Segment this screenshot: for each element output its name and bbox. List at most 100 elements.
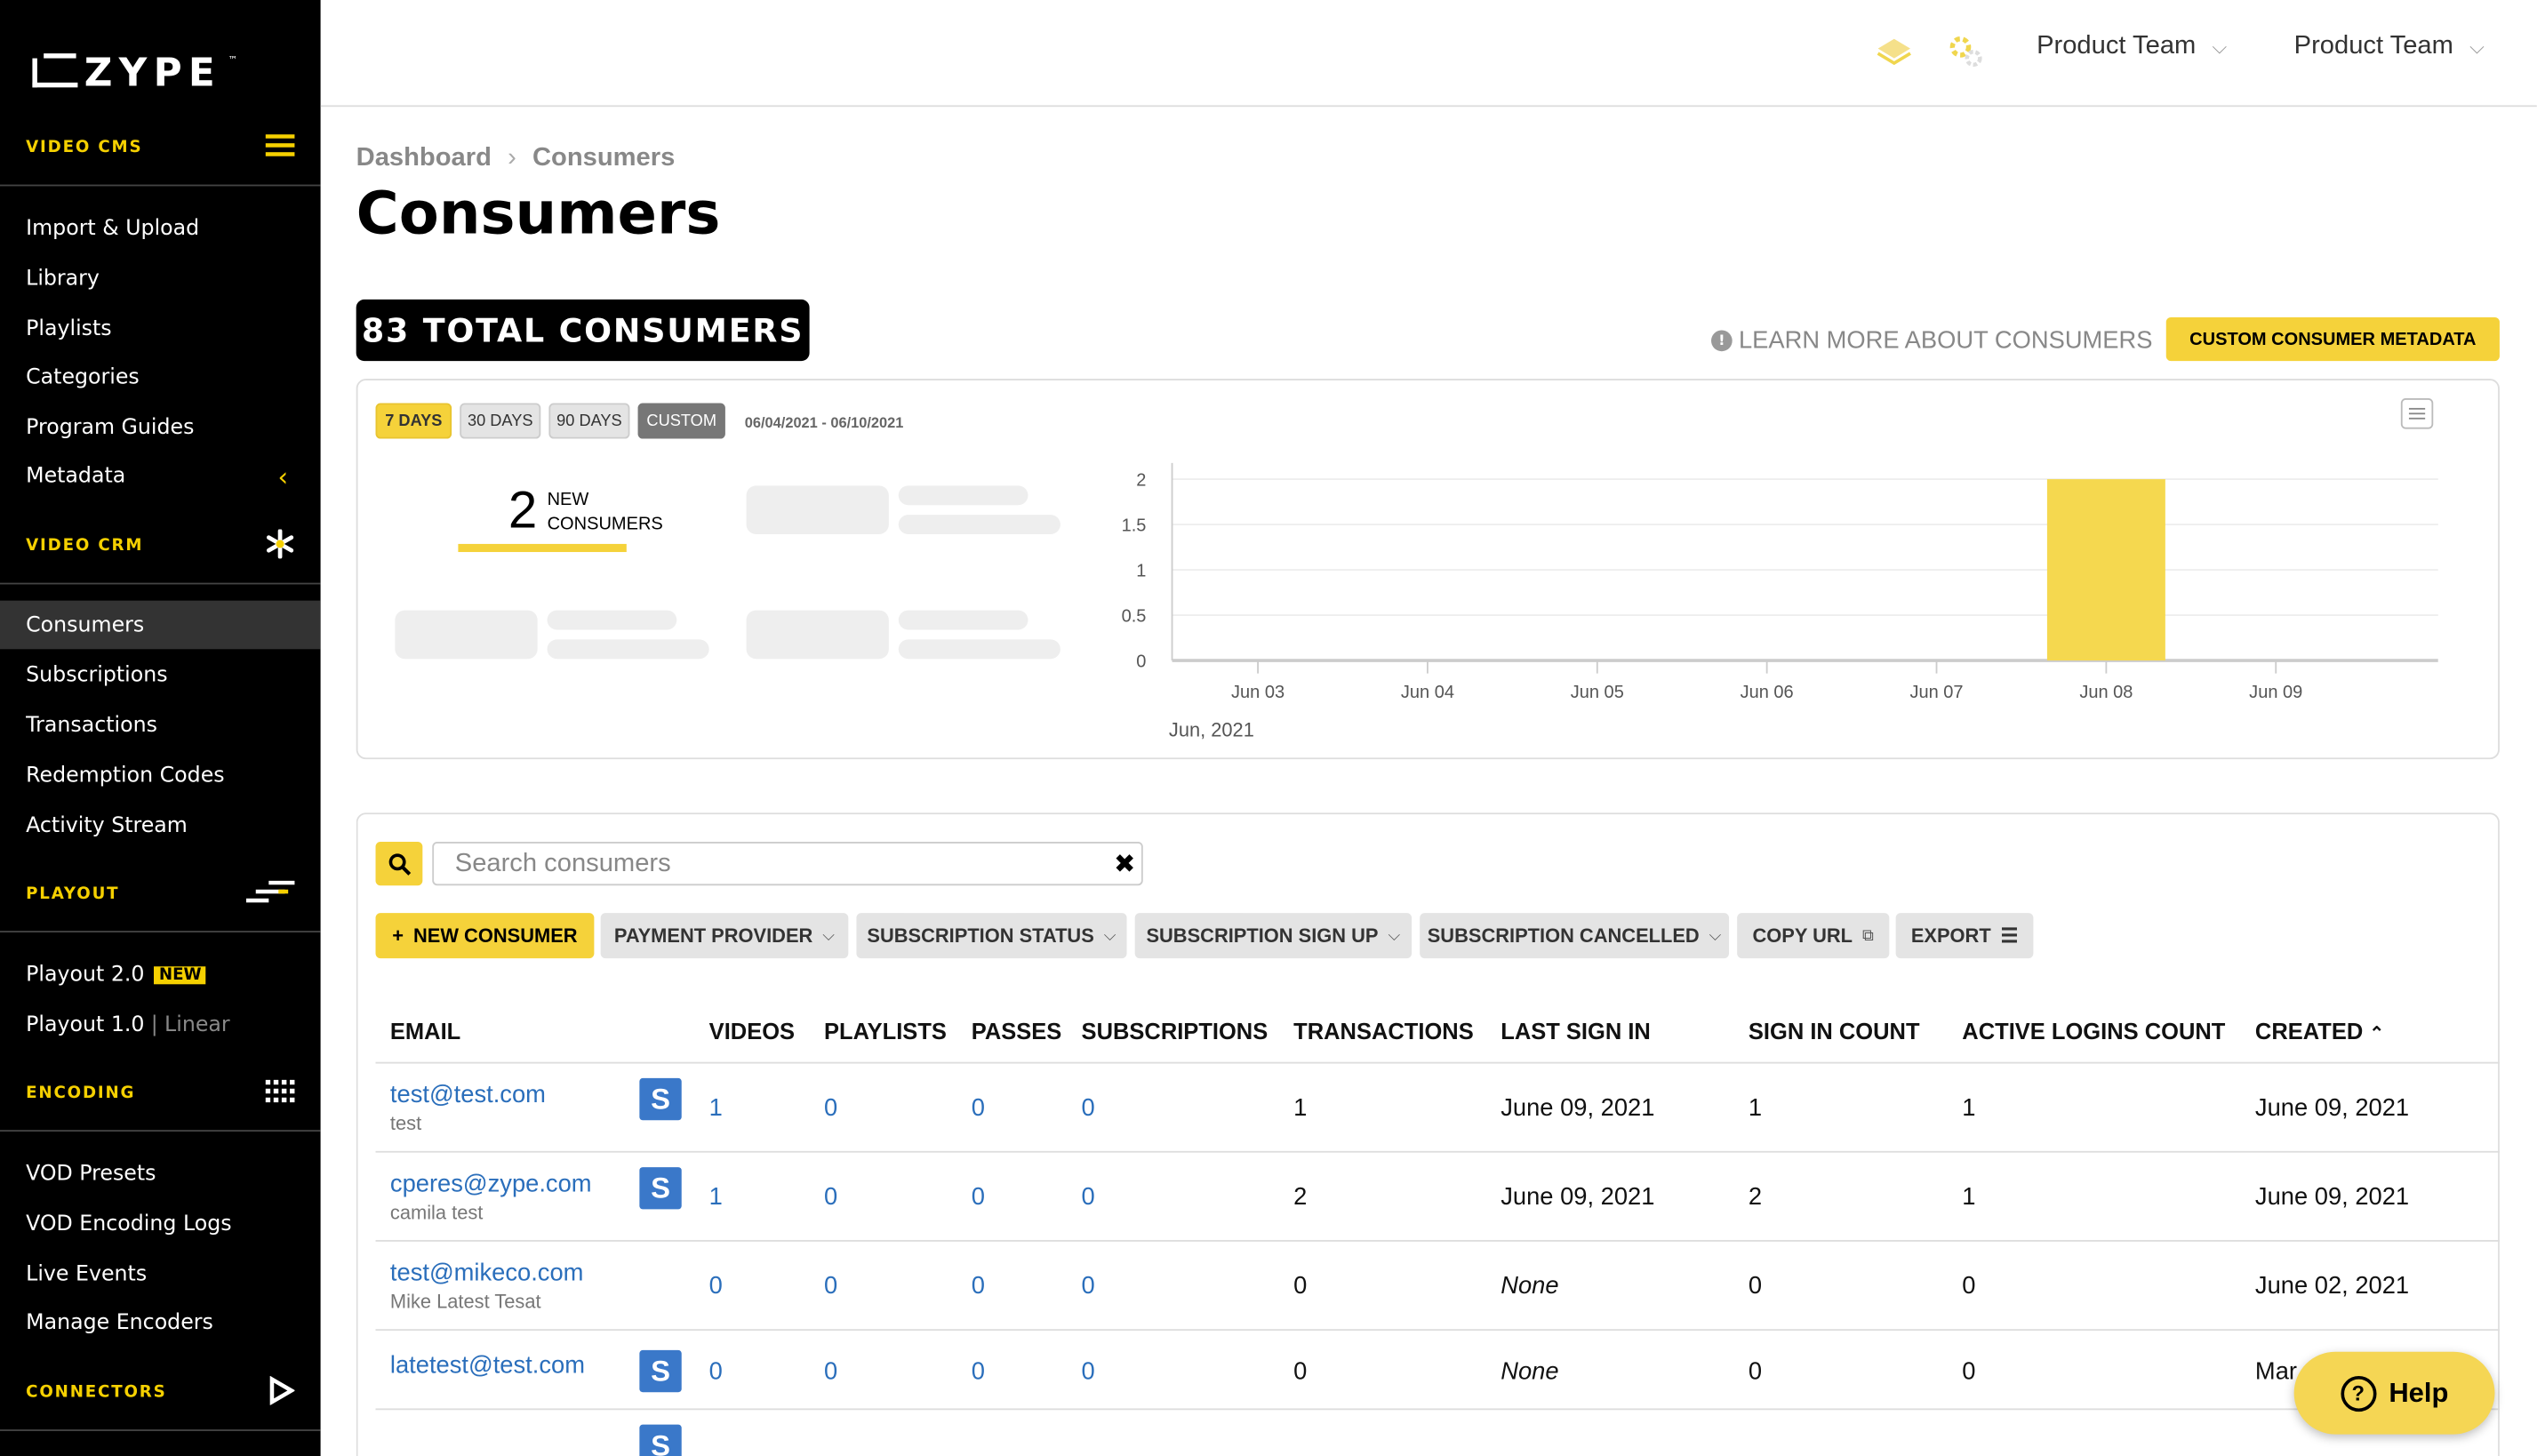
section-playout[interactable]: PLAYOUT xyxy=(0,858,321,933)
range-custom-button[interactable]: CUSTOM xyxy=(637,403,725,439)
column-header-passes[interactable]: PASSES xyxy=(972,1019,1062,1044)
custom-consumer-metadata-button[interactable]: CUSTOM CONSUMER METADATA xyxy=(2165,316,2500,362)
range-30-days-button[interactable]: 30 DAYS xyxy=(460,403,541,439)
section-label: VIDEO CRM xyxy=(26,537,144,556)
videos-count[interactable]: 1 xyxy=(709,1094,723,1122)
sort-ascending-icon: ⌃ xyxy=(2369,1024,2385,1044)
consumer-email[interactable]: test@mikeco.com xyxy=(390,1260,583,1287)
filter-label: SUBSCRIPTION CANCELLED xyxy=(1427,924,1700,948)
subscriptions-count[interactable]: 0 xyxy=(1082,1183,1095,1211)
subscription-status-filter[interactable]: SUBSCRIPTION STATUS ⌵ xyxy=(856,913,1127,959)
zype-logo[interactable]: ZYPE ™ xyxy=(32,50,237,95)
sidebar-item-library[interactable]: Library xyxy=(0,254,321,303)
column-header-sign-in-count[interactable]: SIGN IN COUNT xyxy=(1749,1019,1920,1044)
column-header-subscriptions[interactable]: SUBSCRIPTIONS xyxy=(1082,1019,1268,1044)
subscriptions-count[interactable]: 0 xyxy=(1082,1272,1095,1300)
column-header-email[interactable]: EMAIL xyxy=(390,1019,460,1044)
payment-provider-filter[interactable]: PAYMENT PROVIDER ⌵ xyxy=(600,913,849,959)
placeholder-skeleton xyxy=(898,485,1028,506)
x-tick-label: Jun 03 xyxy=(1231,683,1285,702)
passes-count[interactable]: 0 xyxy=(972,1272,985,1300)
sidebar-item-metadata[interactable]: Metadata ‹ xyxy=(0,452,321,500)
column-header-created[interactable]: CREATED ⌃ xyxy=(2255,1019,2384,1044)
stripe-icon: S xyxy=(639,1077,682,1121)
learn-more-link[interactable]: ! LEARN MORE ABOUT CONSUMERS xyxy=(1711,327,2152,355)
y-tick-label: 1.5 xyxy=(1122,516,1147,535)
playlists-count[interactable]: 0 xyxy=(824,1358,837,1386)
consumer-name: camila test xyxy=(389,1201,484,1224)
sidebar-item-activity-stream[interactable]: Activity Stream xyxy=(0,801,321,850)
question-icon: ? xyxy=(2340,1375,2376,1412)
videos-count[interactable]: 0 xyxy=(709,1358,723,1386)
passes-count[interactable]: 0 xyxy=(972,1183,985,1211)
layers-icon[interactable] xyxy=(1875,32,1914,71)
sidebar-item-import-upload[interactable]: Import & Upload xyxy=(0,204,321,252)
consumer-email[interactable]: cperes@zype.com xyxy=(390,1171,592,1198)
list-icon: ☰ xyxy=(2000,924,2019,948)
new-consumers-label: NEW CONSUMERS xyxy=(548,489,663,538)
team-switcher-1[interactable]: Product Team ⌵ xyxy=(2037,32,2227,61)
placeholder-skeleton xyxy=(898,610,1028,630)
column-header-last-sign-in[interactable]: LAST SIGN IN xyxy=(1501,1019,1651,1044)
consumer-name: test xyxy=(389,1112,422,1135)
sidebar-item-vod-encoding-logs[interactable]: VOD Encoding Logs xyxy=(0,1200,321,1249)
new-consumers-count: 2 xyxy=(508,480,538,540)
section-label: PLAYOUT xyxy=(26,885,120,904)
sidebar-item-consumers[interactable]: Consumers xyxy=(0,600,321,650)
range-90-days-button[interactable]: 90 DAYS xyxy=(548,403,630,439)
section-video-cms[interactable]: VIDEO CMS xyxy=(0,112,321,187)
sidebar-item-subscriptions[interactable]: Subscriptions xyxy=(0,651,321,700)
subscriptions-count[interactable]: 0 xyxy=(1082,1358,1095,1386)
search-icon xyxy=(388,852,411,875)
videos-count[interactable]: 1 xyxy=(709,1183,723,1211)
sidebar-item-redemption-codes[interactable]: Redemption Codes xyxy=(0,751,321,800)
subscription-sign-up-filter[interactable]: SUBSCRIPTION SIGN UP ⌵ xyxy=(1134,913,1413,959)
section-encoding[interactable]: ENCODING xyxy=(0,1057,321,1132)
subscription-cancelled-filter[interactable]: SUBSCRIPTION CANCELLED ⌵ xyxy=(1420,913,1730,959)
playlists-count[interactable]: 0 xyxy=(824,1272,837,1300)
sidebar-item-vod-presets[interactable]: VOD Presets xyxy=(0,1149,321,1198)
y-tick-label: 2 xyxy=(1136,470,1146,490)
playlists-count[interactable]: 0 xyxy=(824,1094,837,1122)
breadcrumb-dashboard[interactable]: Dashboard xyxy=(356,144,492,172)
passes-count[interactable]: 0 xyxy=(972,1094,985,1122)
sidebar-item-playout-1[interactable]: Playout 1.0 | Linear xyxy=(0,1001,321,1050)
column-header-videos[interactable]: VIDEOS xyxy=(709,1019,795,1044)
sidebar-item-playlists[interactable]: Playlists xyxy=(0,304,321,353)
subscriptions-count[interactable]: 0 xyxy=(1082,1094,1095,1122)
sidebar-item-categories[interactable]: Categories xyxy=(0,353,321,402)
help-button[interactable]: ? Help xyxy=(2293,1351,2495,1435)
clear-search-icon[interactable]: ✖ xyxy=(1114,848,1135,879)
asterisk-icon xyxy=(266,528,295,564)
search-button[interactable] xyxy=(375,842,423,886)
placeholder-skeleton xyxy=(547,639,709,660)
export-button[interactable]: EXPORT ☰ xyxy=(1895,913,2034,959)
copy-url-button[interactable]: COPY URL ⧉ xyxy=(1737,913,1890,959)
column-header-playlists[interactable]: PLAYLISTS xyxy=(824,1019,947,1044)
section-video-crm[interactable]: VIDEO CRM xyxy=(0,510,321,585)
passes-count[interactable]: 0 xyxy=(972,1358,985,1386)
column-header-active-logins-count[interactable]: ACTIVE LOGINS COUNT xyxy=(1962,1019,2225,1044)
sidebar-item-live-events[interactable]: Live Events xyxy=(0,1250,321,1299)
consumer-email[interactable]: latetest@test.com xyxy=(390,1352,585,1380)
range-7-days-button[interactable]: 7 DAYS xyxy=(375,403,452,439)
chevron-left-icon[interactable]: ‹ xyxy=(278,460,289,492)
sidebar-item-playout-2[interactable]: Playout 2.0 NEW xyxy=(0,950,321,999)
team-switcher-2[interactable]: Product Team ⌵ xyxy=(2294,32,2485,61)
column-header-transactions[interactable]: TRANSACTIONS xyxy=(1293,1019,1474,1044)
sidebar-item-transactions[interactable]: Transactions xyxy=(0,701,321,750)
section-label: VIDEO CMS xyxy=(26,139,143,157)
new-consumer-button[interactable]: + NEW CONSUMER xyxy=(375,913,595,959)
search-input[interactable] xyxy=(432,842,1143,886)
last-sign-in: June 09, 2021 xyxy=(1501,1183,1655,1212)
sidebar-item-manage-encoders[interactable]: Manage Encoders xyxy=(0,1299,321,1348)
playlists-count[interactable]: 0 xyxy=(824,1183,837,1211)
consumer-email[interactable]: test@test.com xyxy=(390,1082,546,1109)
hamburger-icon[interactable] xyxy=(265,132,295,164)
gears-icon[interactable] xyxy=(1946,32,1985,71)
section-connectors[interactable]: CONNECTORS xyxy=(0,1356,321,1431)
sidebar-item-program-guides[interactable]: Program Guides xyxy=(0,403,321,452)
y-tick-label: 0 xyxy=(1136,652,1146,671)
videos-count[interactable]: 0 xyxy=(709,1272,723,1300)
transactions-count: 0 xyxy=(1293,1357,1308,1386)
